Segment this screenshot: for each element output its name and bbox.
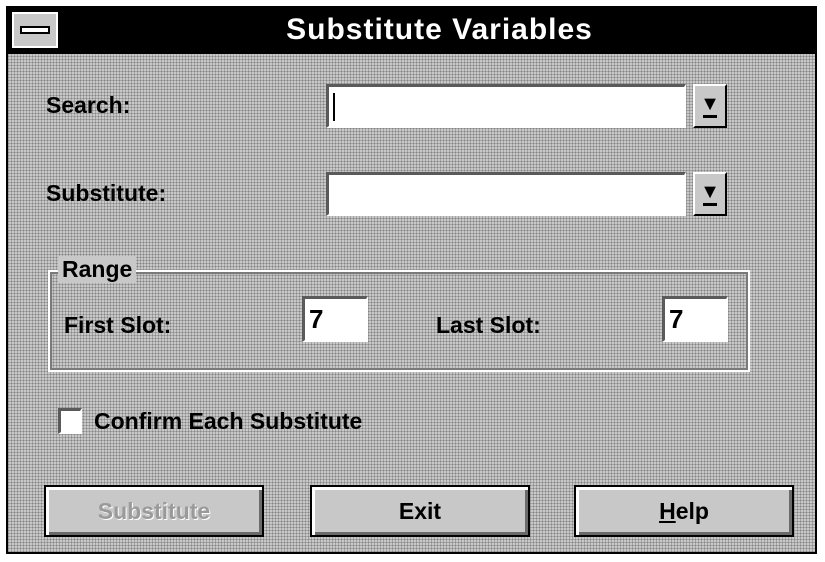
title-bar[interactable]: Substitute Variables [8, 8, 815, 54]
substitute-input[interactable] [326, 172, 686, 216]
help-label-rest: elp [675, 497, 709, 524]
exit-button[interactable]: Exit [310, 485, 530, 537]
help-button[interactable]: Help [574, 485, 794, 537]
substitute-button[interactable]: Substitute [44, 485, 264, 537]
dropdown-arrow-icon: ▼ [700, 94, 720, 118]
dropdown-arrow-icon: ▼ [700, 182, 720, 206]
text-caret [333, 93, 335, 121]
substitute-variables-dialog: Substitute Variables Search: ▼ Substitut… [6, 6, 817, 554]
system-menu-icon[interactable] [12, 12, 58, 48]
search-label: Search: [46, 92, 131, 118]
range-group-label: Range [58, 256, 137, 283]
search-input[interactable] [326, 84, 686, 128]
confirm-each-substitute-checkbox[interactable] [58, 408, 82, 434]
first-slot-input[interactable]: 7 [302, 296, 368, 342]
help-mnemonic: H [659, 497, 676, 524]
dialog-title: Substitute Variables [286, 13, 593, 46]
search-dropdown-button[interactable]: ▼ [693, 84, 727, 128]
last-slot-input[interactable]: 7 [662, 296, 728, 342]
substitute-dropdown-button[interactable]: ▼ [693, 172, 727, 216]
last-slot-label: Last Slot: [436, 312, 541, 338]
substitute-label: Substitute: [46, 180, 167, 206]
first-slot-label: First Slot: [64, 312, 172, 338]
confirm-each-substitute-label[interactable]: Confirm Each Substitute [94, 408, 362, 435]
